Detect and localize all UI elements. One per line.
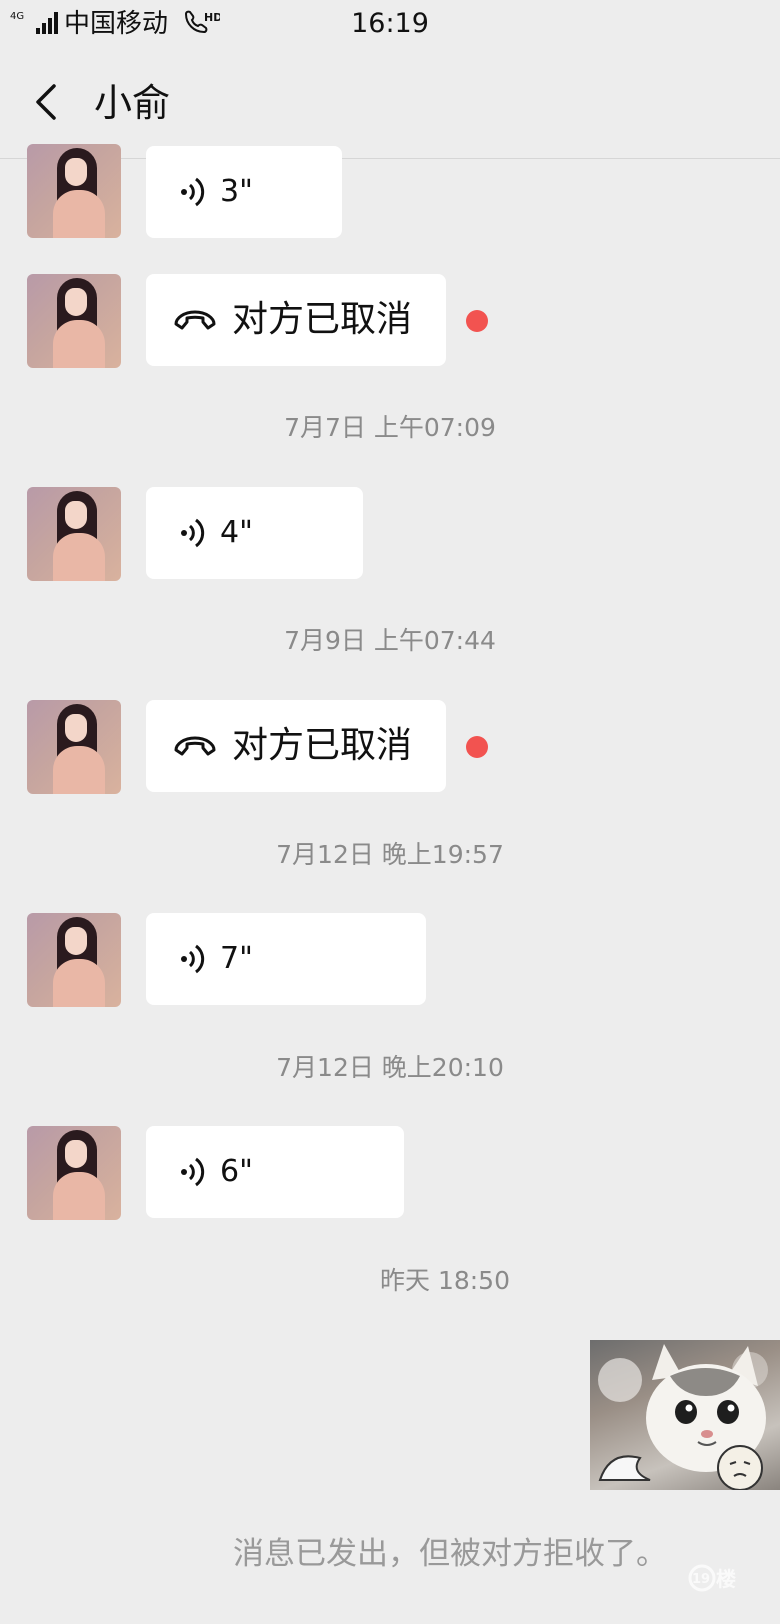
contact-avatar[interactable] xyxy=(27,1126,121,1220)
timestamp: 7月12日 晚上19:57 xyxy=(276,840,504,869)
call-status-text: 对方已取消 xyxy=(232,725,413,766)
unread-dot xyxy=(466,310,488,332)
chat-title: 小俞 xyxy=(94,81,171,125)
chat-header: 小俞 xyxy=(0,48,780,159)
voice-message-bubble[interactable]: 4" xyxy=(146,487,363,579)
status-bar: 4G 中国移动 HD 16:19 xyxy=(0,0,780,48)
timestamp: 昨天 18:50 xyxy=(380,1266,510,1295)
timestamp: 7月12日 晚上20:10 xyxy=(276,1053,504,1082)
voice-wave-icon xyxy=(181,518,205,548)
back-arrow-icon[interactable] xyxy=(22,74,78,130)
contact-avatar[interactable] xyxy=(27,913,121,1007)
site-watermark-logo: 19 楼 xyxy=(688,1564,736,1592)
cat-face-icon xyxy=(598,1344,768,1490)
call-message-bubble[interactable]: 对方已取消 xyxy=(146,700,446,792)
voice-duration: 4" xyxy=(220,515,253,550)
voice-message-bubble[interactable]: 3" xyxy=(146,146,342,238)
svg-text:楼: 楼 xyxy=(716,1567,736,1591)
rejected-message-notice: 消息已发出，但被对方拒收了。 xyxy=(233,1536,667,1572)
unread-dot xyxy=(466,736,488,758)
phone-hangup-icon xyxy=(174,736,216,756)
timestamp: 7月9日 上午07:44 xyxy=(284,626,496,655)
voice-message-bubble[interactable]: 7" xyxy=(146,913,426,1005)
contact-avatar[interactable] xyxy=(27,144,121,238)
call-message-bubble[interactable]: 对方已取消 xyxy=(146,274,446,366)
voice-wave-icon xyxy=(181,1157,205,1187)
svg-text:19: 19 xyxy=(692,1572,710,1587)
voice-duration: 6" xyxy=(220,1154,253,1189)
voice-message-bubble[interactable]: 6" xyxy=(146,1126,404,1218)
phone-hangup-icon xyxy=(174,310,216,330)
voice-duration: 3" xyxy=(220,174,253,209)
call-status-text: 对方已取消 xyxy=(232,299,413,340)
voice-wave-icon xyxy=(181,177,205,207)
voice-duration: 7" xyxy=(220,941,253,976)
status-time: 16:19 xyxy=(351,8,429,39)
contact-avatar[interactable] xyxy=(27,274,121,368)
voice-wave-icon xyxy=(181,944,205,974)
contact-avatar[interactable] xyxy=(27,487,121,581)
contact-avatar[interactable] xyxy=(27,700,121,794)
cat-sticker-image[interactable] xyxy=(590,1340,780,1490)
timestamp: 7月7日 上午07:09 xyxy=(284,413,496,442)
